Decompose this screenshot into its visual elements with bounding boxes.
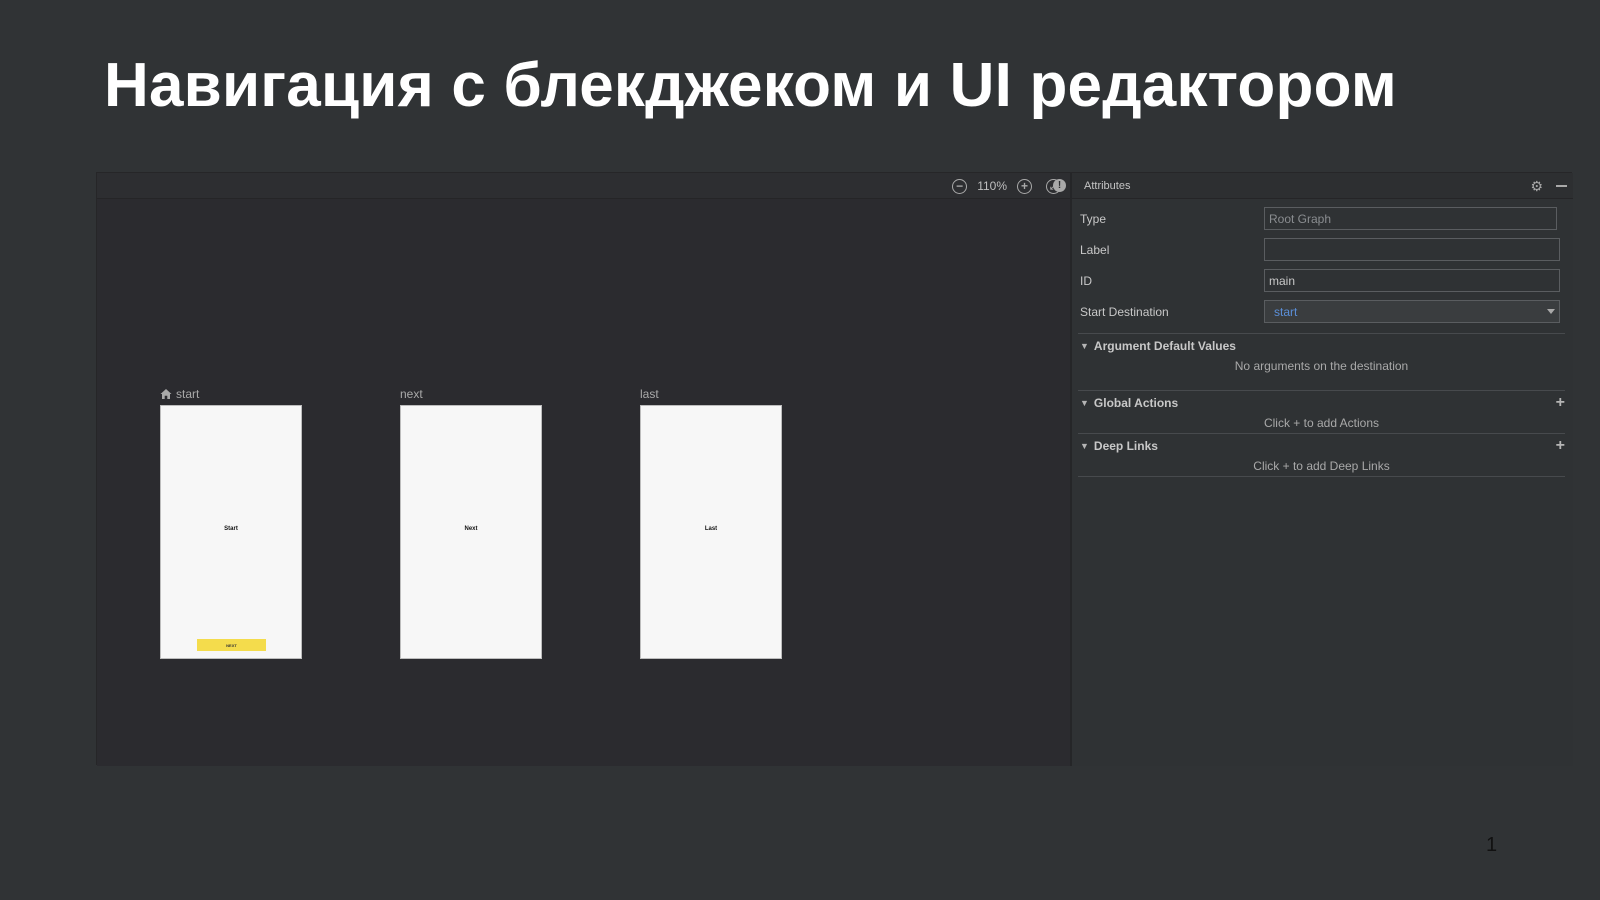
destination-next[interactable]: next Next: [400, 386, 542, 659]
next-button: NEXT: [197, 639, 266, 651]
destination-label: start: [176, 387, 200, 401]
destination-start[interactable]: start Start NEXT: [160, 386, 302, 659]
attributes-header: ! Attributes ⚙: [1053, 173, 1573, 199]
attr-row-start-destination: Start Destination start: [1072, 296, 1573, 327]
chevron-down-icon: [1547, 309, 1555, 314]
start-destination-select[interactable]: start: [1264, 300, 1560, 323]
slide-title: Навигация с блекджеком и UI редактором: [104, 51, 1397, 120]
add-deep-link-icon[interactable]: +: [1556, 437, 1565, 455]
attr-label: ID: [1080, 273, 1092, 288]
attr-row-type: Type Root Graph: [1072, 203, 1573, 234]
attr-label: Label: [1080, 242, 1110, 257]
screen-text: Next: [464, 526, 478, 532]
attr-row-label: Label: [1072, 234, 1573, 265]
label-input[interactable]: [1264, 238, 1560, 261]
page-number: 1: [1486, 834, 1498, 856]
destination-last[interactable]: last Last: [640, 386, 782, 659]
section-divider: [1078, 476, 1565, 477]
zoom-in-icon[interactable]: +: [1017, 178, 1032, 194]
section-empty-text: No arguments on the destination: [1234, 359, 1409, 373]
section-header[interactable]: ▼ Argument Default Values: [1078, 334, 1565, 358]
navigation-editor: − 110% + ⤢ start Start NEXT next Nex: [96, 172, 1573, 766]
section-title: Deep Links: [1093, 439, 1158, 453]
section-deep-links: ▼ Deep Links + Click + to add Deep Links: [1078, 433, 1565, 476]
section-title: Global Actions: [1093, 396, 1179, 410]
id-input[interactable]: main: [1264, 269, 1560, 292]
section-header[interactable]: ▼ Global Actions +: [1078, 391, 1565, 415]
attr-row-id: ID main: [1072, 265, 1573, 296]
screen-preview[interactable]: Last: [640, 405, 782, 659]
attributes-title: Attributes: [1084, 179, 1131, 192]
warning-icon[interactable]: !: [1053, 179, 1066, 192]
zoom-out-icon[interactable]: −: [952, 178, 968, 194]
home-icon: [160, 389, 172, 399]
start-destination-value: start: [1274, 305, 1298, 319]
attr-label: Type: [1080, 211, 1107, 226]
destination-label: next: [400, 387, 423, 401]
screen-text: Start: [224, 526, 238, 532]
section-header[interactable]: ▼ Deep Links +: [1078, 434, 1565, 458]
section-empty-text: Click + to add Actions: [1263, 416, 1380, 430]
collapse-triangle-icon: ▼: [1080, 398, 1089, 408]
section-empty-text: Click + to add Deep Links: [1253, 459, 1390, 473]
screen-preview[interactable]: Start NEXT: [160, 405, 302, 659]
gear-icon[interactable]: ⚙: [1530, 178, 1543, 195]
section-title: Argument Default Values: [1093, 339, 1236, 353]
section-global-actions: ▼ Global Actions + Click + to add Action…: [1078, 390, 1565, 433]
attr-label: Start Destination: [1080, 304, 1169, 319]
graph-canvas[interactable]: start Start NEXT next Next last Last: [97, 200, 1071, 766]
zoom-controls: − 110% + ⤢: [952, 177, 1061, 195]
editor-toolbar: − 110% + ⤢: [97, 173, 1071, 199]
minimize-icon[interactable]: [1556, 185, 1567, 187]
screen-preview[interactable]: Next: [400, 405, 542, 659]
collapse-triangle-icon: ▼: [1080, 441, 1089, 451]
screen-text: Last: [704, 526, 718, 532]
attributes-panel: ! Attributes ⚙ Type Root Graph Label ID …: [1053, 173, 1573, 766]
collapse-triangle-icon: ▼: [1080, 341, 1089, 351]
zoom-level: 110%: [977, 179, 1007, 193]
add-action-icon[interactable]: +: [1556, 394, 1565, 412]
destination-label: last: [640, 387, 659, 401]
section-argument-default-values: ▼ Argument Default Values No arguments o…: [1078, 333, 1565, 390]
type-field: Root Graph: [1264, 207, 1557, 230]
